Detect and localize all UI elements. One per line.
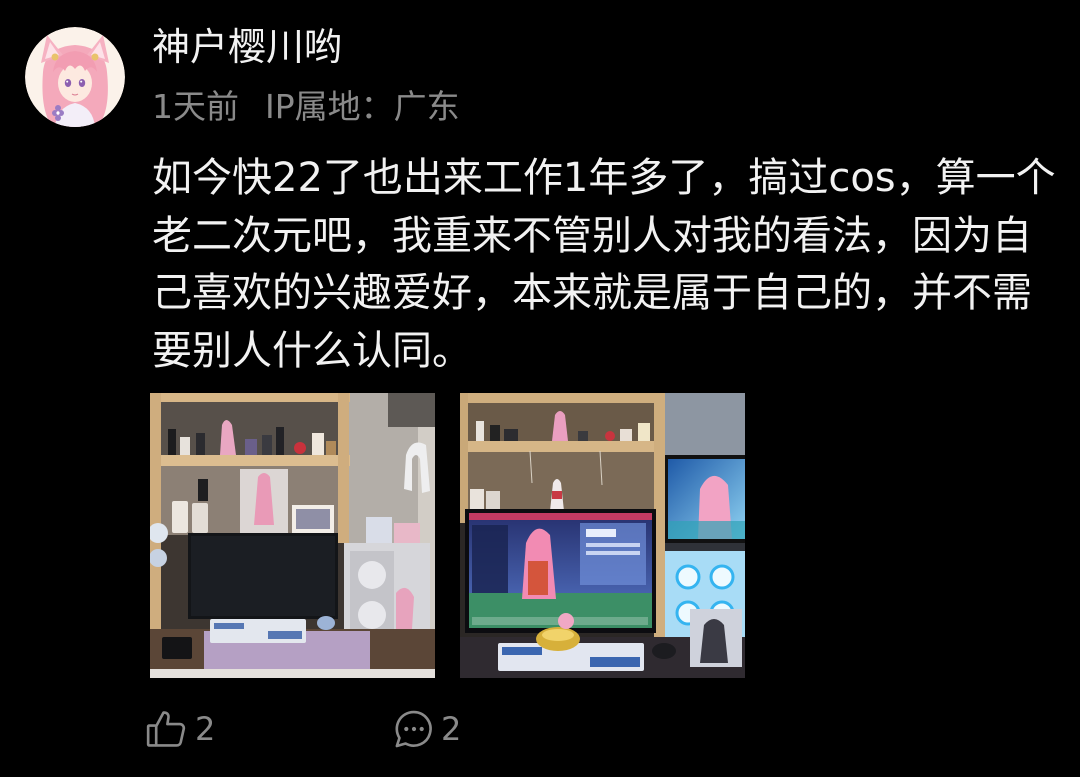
post-meta: 1天前 IP属地：广东 [152,85,460,129]
side-monitor [665,455,745,543]
post-image-2[interactable] [460,393,745,678]
content-line: 老二次元吧，我重来不管别人对我的看法，因为自 [152,212,1032,259]
content-line: 要别人什么认同。 [152,328,472,375]
comment-button[interactable]: 2 [393,707,461,751]
like-count: 2 [195,710,216,748]
keyboard [210,619,306,643]
main-monitor [465,509,656,633]
ip-location: IP属地：广东 [265,87,460,126]
thumbs-up-icon [145,708,187,750]
avatar-image [25,27,125,127]
like-button[interactable]: 2 [145,707,215,751]
content-line: 如今快22了也出来工作1年多了，搞过cos，算一个 [152,155,1056,201]
content-line: 己喜欢的兴趣爱好，本来就是属于自己的，并不需 [152,270,1032,317]
desk-photo [150,393,435,678]
desk-photo [460,393,745,678]
post-time: 1天前 [152,87,239,126]
mouse [652,643,676,659]
username[interactable]: 神户樱川哟 [152,24,342,70]
comment-content: 如今快22了也出来工作1年多了，搞过cos，算一个 老二次元吧，我重来不管别人对… [152,150,1072,381]
comment-count: 2 [441,710,462,748]
monitor [188,533,338,619]
post-image-1[interactable] [150,393,435,678]
comment-icon [393,708,435,750]
avatar[interactable] [25,27,125,127]
